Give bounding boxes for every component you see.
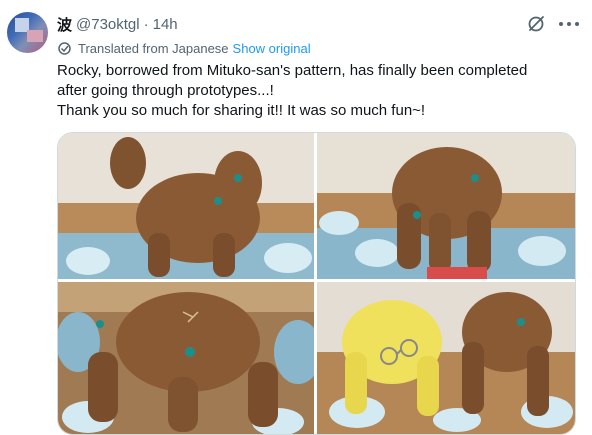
user-handle[interactable]: @73oktgl xyxy=(76,16,140,33)
tweet-header: 波 @73oktgl · 14h xyxy=(57,14,178,34)
translated-label: Translated from Japanese xyxy=(78,40,229,56)
translation-notice: Translated from Japanese Show original xyxy=(57,39,311,57)
display-name[interactable]: 波 xyxy=(57,14,72,35)
photo-3[interactable] xyxy=(58,282,314,434)
timestamp[interactable]: 14h xyxy=(153,16,178,33)
tweet-text: Rocky, borrowed from Mituko-san's patter… xyxy=(57,61,577,121)
photo-4[interactable] xyxy=(317,282,575,434)
grok-icon[interactable] xyxy=(527,15,545,33)
photo-1[interactable] xyxy=(58,133,314,279)
translate-icon xyxy=(58,41,71,55)
separator-dot: · xyxy=(143,15,149,33)
avatar[interactable] xyxy=(7,12,48,53)
tweet-text-line: Thank you so much for sharing it!! It wa… xyxy=(57,102,426,119)
media-grid xyxy=(57,132,576,435)
tweet-text-line: after going through prototypes...! xyxy=(57,82,274,99)
more-icon[interactable] xyxy=(559,15,579,33)
photo-2[interactable] xyxy=(317,133,575,279)
show-original-link[interactable]: Show original xyxy=(233,41,311,56)
tweet-text-line: Rocky, borrowed from Mituko-san's patter… xyxy=(57,62,528,79)
